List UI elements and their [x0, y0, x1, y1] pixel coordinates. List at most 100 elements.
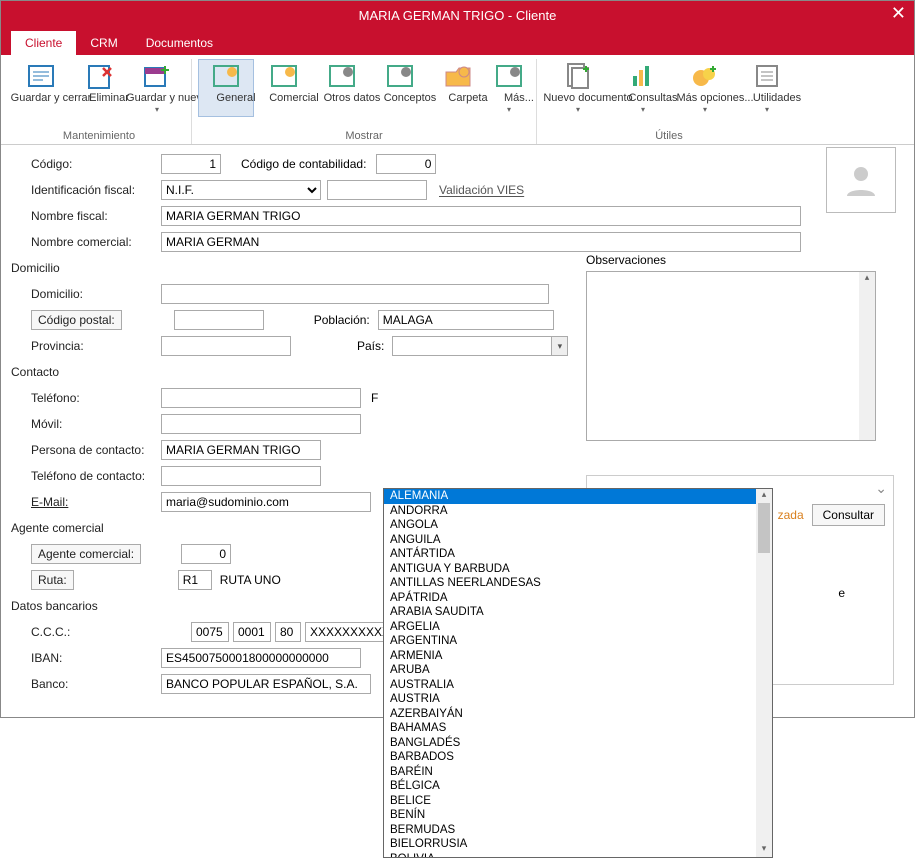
fax-label: F	[371, 391, 378, 405]
codigo-postal-button[interactable]: Código postal:	[31, 310, 122, 330]
ident-fiscal-field[interactable]	[327, 180, 427, 200]
general-button[interactable]: General	[198, 59, 254, 117]
chevron-down-icon[interactable]: ▾	[551, 337, 567, 355]
banco-field[interactable]	[161, 674, 371, 694]
country-option[interactable]: ANTILLAS NEERLANDESAS	[384, 576, 772, 591]
country-option[interactable]: AUSTRIA	[384, 692, 772, 707]
close-icon[interactable]: ✕	[891, 3, 906, 24]
ccc-3-field[interactable]	[275, 622, 301, 642]
domicilio-field[interactable]	[161, 284, 549, 304]
poblacion-field[interactable]	[378, 310, 554, 330]
delete-button[interactable]: Eliminar	[71, 59, 127, 117]
observaciones-textarea[interactable]: ▴	[586, 271, 876, 441]
country-option[interactable]: APÁTRIDA	[384, 591, 772, 606]
country-option[interactable]: BENÍN	[384, 808, 772, 823]
country-option[interactable]: BARÉIN	[384, 765, 772, 780]
delete-icon	[83, 62, 115, 90]
otros-datos-icon	[326, 62, 358, 90]
tel-contacto-field[interactable]	[161, 466, 321, 486]
ribbon-group-label: Mostrar	[198, 128, 530, 144]
pais-dropdown-list[interactable]: ALEMANIAANDORRAANGOLAANGUILAANTÁRTIDAANT…	[383, 488, 773, 858]
nombre-com-field[interactable]	[161, 232, 801, 252]
country-option[interactable]: AUSTRALIA	[384, 678, 772, 693]
domicilio-section: Domicilio	[11, 261, 161, 275]
comercial-icon	[268, 62, 300, 90]
ident-fiscal-tipo-select[interactable]: N.I.F.	[161, 180, 321, 200]
country-option[interactable]: ANGUILA	[384, 533, 772, 548]
country-option[interactable]: ANTIGUA Y BARBUDA	[384, 562, 772, 577]
iban-label: IBAN:	[11, 651, 161, 665]
chevron-down-icon: ▾	[641, 105, 645, 114]
country-option[interactable]: BÉLGICA	[384, 779, 772, 794]
tab-cliente[interactable]: Cliente	[11, 31, 76, 55]
consultas-button[interactable]: Consultas ▾	[615, 59, 671, 117]
telefono-label: Teléfono:	[11, 391, 161, 405]
country-option[interactable]: BOLIVIA	[384, 852, 772, 858]
movil-label: Móvil:	[11, 417, 161, 431]
codigo-cont-label: Código de contabilidad:	[241, 157, 366, 171]
photo-placeholder[interactable]	[826, 147, 896, 213]
codigo-postal-field[interactable]	[174, 310, 264, 330]
poblacion-label: Población:	[314, 313, 370, 327]
nombre-fiscal-field[interactable]	[161, 206, 801, 226]
comercial-button[interactable]: Comercial	[256, 59, 312, 117]
scrollbar[interactable]: ▴ ▾	[756, 489, 772, 857]
nuevo-documento-button[interactable]: Nuevo documento ▾	[543, 59, 613, 117]
agente-comercial-field[interactable]	[181, 544, 231, 564]
ruta-code-field[interactable]	[178, 570, 212, 590]
country-option[interactable]: BERMUDAS	[384, 823, 772, 838]
save-close-button[interactable]: Guardar y cerrar	[13, 59, 69, 117]
country-option[interactable]: ANTÁRTIDA	[384, 547, 772, 562]
ccc-2-field[interactable]	[233, 622, 271, 642]
validacion-vies-link[interactable]: Validación VIES	[439, 183, 524, 197]
save-new-button[interactable]: Guardar y nuevo ▾	[129, 59, 185, 117]
ruta-button[interactable]: Ruta:	[31, 570, 74, 590]
country-option[interactable]: ARMENIA	[384, 649, 772, 664]
country-option[interactable]: BIELORRUSIA	[384, 837, 772, 852]
mas-button[interactable]: Más... ▾	[488, 59, 530, 117]
nuevo-documento-icon	[562, 62, 594, 90]
country-option[interactable]: ANGOLA	[384, 518, 772, 533]
tab-crm[interactable]: CRM	[76, 31, 131, 55]
chevron-down-icon: ▾	[703, 105, 707, 114]
email-field[interactable]	[161, 492, 371, 512]
scroll-up-icon[interactable]: ▴	[859, 272, 875, 286]
movil-field[interactable]	[161, 414, 361, 434]
scrollbar[interactable]: ▴	[859, 272, 875, 440]
telefono-field[interactable]	[161, 388, 361, 408]
country-option[interactable]: ARUBA	[384, 663, 772, 678]
country-option[interactable]: AZERBAIYÁN	[384, 707, 772, 722]
country-option[interactable]: BANGLADÉS	[384, 736, 772, 751]
carpeta-button[interactable]: Carpeta	[430, 59, 486, 117]
form-area: Código: Código de contabilidad: Identifi…	[1, 145, 914, 707]
country-option[interactable]: ARGELIA	[384, 620, 772, 635]
tab-documentos[interactable]: Documentos	[132, 31, 227, 55]
country-option[interactable]: ARGENTINA	[384, 634, 772, 649]
country-option[interactable]: BAHAMAS	[384, 721, 772, 736]
ccc-1-field[interactable]	[191, 622, 229, 642]
provincia-field[interactable]	[161, 336, 291, 356]
scroll-thumb[interactable]	[758, 503, 770, 553]
country-option[interactable]: BELICE	[384, 794, 772, 809]
agente-comercial-button[interactable]: Agente comercial:	[31, 544, 141, 564]
persona-field[interactable]	[161, 440, 321, 460]
scroll-down-icon[interactable]: ▾	[756, 843, 772, 857]
country-option[interactable]: ALEMANIA	[384, 489, 772, 504]
ccc-4-field[interactable]	[305, 622, 391, 642]
otros-datos-button[interactable]: Otros datos	[314, 59, 370, 117]
chevron-down-icon[interactable]: ⌄	[875, 480, 887, 497]
consultar-button[interactable]: Consultar	[812, 504, 885, 526]
country-option[interactable]: BARBADOS	[384, 750, 772, 765]
country-option[interactable]: ANDORRA	[384, 504, 772, 519]
codigo-field[interactable]	[161, 154, 221, 174]
iban-field[interactable]	[161, 648, 361, 668]
pais-combobox[interactable]	[392, 336, 568, 356]
mas-icon	[493, 62, 525, 90]
conceptos-button[interactable]: Conceptos	[372, 59, 428, 117]
menubar: Cliente CRM Documentos	[1, 29, 914, 55]
scroll-up-icon[interactable]: ▴	[756, 489, 772, 503]
utilidades-button[interactable]: Utilidades ▾	[739, 59, 795, 117]
mas-opciones-button[interactable]: Más opciones... ▾	[673, 59, 737, 117]
codigo-cont-field[interactable]	[376, 154, 436, 174]
country-option[interactable]: ARABIA SAUDITA	[384, 605, 772, 620]
